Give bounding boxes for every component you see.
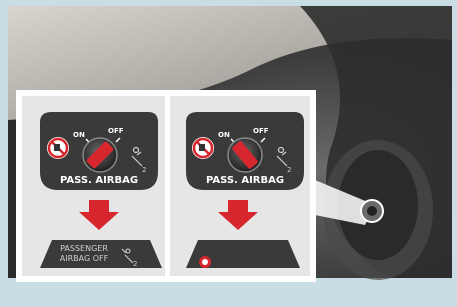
key-switch-knob[interactable] xyxy=(227,137,263,173)
switch-plate-label: PASS. AIRBAG xyxy=(60,175,138,186)
panel-left: ON OFF 2 PASS. AIRBAG PASSENGER AIRBAG O… xyxy=(22,96,165,276)
airbag-on-warning-icon xyxy=(199,256,211,268)
switch-off-label: OFF xyxy=(108,127,124,135)
child-seat-prohibited-icon xyxy=(47,137,69,159)
svg-text:2: 2 xyxy=(133,260,137,268)
switch-off-label: OFF xyxy=(253,127,269,135)
child-seat-prohibited-icon xyxy=(192,137,214,159)
airbag-indicator-on xyxy=(186,240,300,268)
switch-plate-label: PASS. AIRBAG xyxy=(206,175,284,186)
svg-text:2: 2 xyxy=(287,166,291,174)
switch-plate: ON OFF 2 PASS. AIRBAG xyxy=(40,112,158,190)
indicator-line1: PASSENGER xyxy=(60,244,108,253)
indicator-line2: AIRBAG OFF xyxy=(60,254,109,263)
key-switch-knob[interactable] xyxy=(82,137,118,173)
switch-on-label: ON xyxy=(73,131,85,139)
svg-text:2: 2 xyxy=(142,166,146,174)
switch-plate: ON OFF 2 PASS. AIRBAG xyxy=(186,112,304,190)
airbag-indicator-off: PASSENGER AIRBAG OFF 2 xyxy=(40,240,162,268)
panel-right: ON OFF 2 PASS. AIRBAG xyxy=(170,96,310,276)
airbag-switch-illustration: ON OFF 2 PASS. AIRBAG PASSENGER AIRBAG O… xyxy=(0,0,457,307)
switch-on-label: ON xyxy=(218,131,230,139)
